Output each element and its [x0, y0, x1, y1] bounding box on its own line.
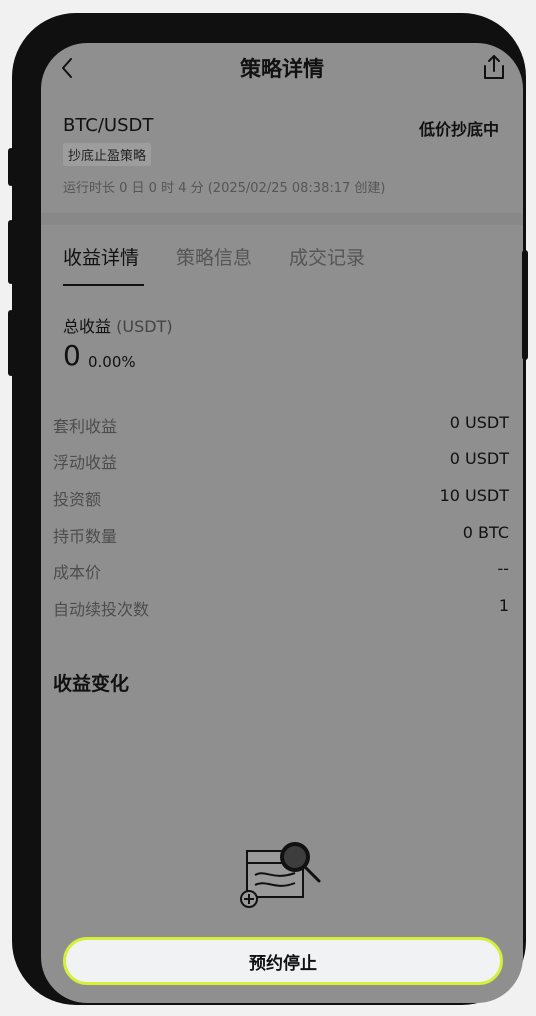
detail-label: 成本价	[53, 563, 102, 582]
phone-side-button	[522, 250, 528, 360]
total-profit-unit: (USDT)	[116, 317, 173, 336]
detail-row: 自动续投次数 1	[53, 596, 509, 622]
profit-change-title: 收益变化	[53, 673, 130, 695]
tab-trade-records[interactable]: 成交记录	[289, 243, 365, 270]
section-divider	[41, 213, 523, 225]
detail-row: 成本价 --	[53, 559, 509, 585]
tab-strategy-info[interactable]: 策略信息	[176, 243, 252, 270]
detail-row: 套利收益 0 USDT	[53, 413, 509, 439]
detail-row: 浮动收益 0 USDT	[53, 449, 509, 475]
total-profit-label-text: 总收益	[63, 317, 112, 336]
total-profit-label: 总收益 (USDT)	[63, 313, 173, 337]
empty-data-illustration	[240, 842, 321, 908]
strategy-status: 低价抄底中	[418, 120, 499, 139]
detail-row: 投资额 10 USDT	[53, 486, 509, 512]
trading-pair: BTC/USDT	[63, 115, 154, 136]
page-title: 策略详情	[240, 57, 324, 81]
detail-label: 套利收益	[53, 417, 118, 436]
schedule-stop-button[interactable]: 预约停止	[63, 937, 503, 985]
detail-label: 投资额	[53, 490, 102, 509]
phone-frame: 策略详情 BTC/USDT 低价抄底中 抄底止盈策略 运行时长 0 日 0 时 …	[12, 13, 526, 1005]
detail-value: 0 USDT	[449, 449, 509, 468]
detail-label: 自动续投次数	[53, 600, 150, 619]
detail-value: 1	[498, 596, 509, 615]
detail-row: 持币数量 0 BTC	[53, 523, 509, 549]
total-profit-value: 0	[63, 339, 81, 372]
runtime-info: 运行时长 0 日 0 时 4 分 (2025/02/25 08:38:17 创建…	[63, 181, 386, 196]
detail-value: 10 USDT	[439, 486, 509, 505]
strategy-type-tag: 抄底止盈策略	[63, 143, 152, 166]
phone-side-button	[8, 310, 14, 376]
share-icon[interactable]	[481, 53, 507, 81]
total-profit-percent: 0.00%	[88, 353, 136, 371]
active-tab-indicator	[63, 284, 144, 286]
tab-profit-details[interactable]: 收益详情	[63, 243, 139, 270]
detail-label: 持币数量	[53, 527, 118, 546]
detail-value: 0 USDT	[449, 413, 509, 432]
phone-side-button	[8, 220, 14, 284]
detail-label: 浮动收益	[53, 453, 118, 472]
detail-value: --	[497, 559, 509, 578]
detail-value: 0 BTC	[462, 523, 509, 542]
app-screen: 策略详情 BTC/USDT 低价抄底中 抄底止盈策略 运行时长 0 日 0 时 …	[41, 43, 523, 1003]
phone-side-button	[8, 148, 14, 186]
